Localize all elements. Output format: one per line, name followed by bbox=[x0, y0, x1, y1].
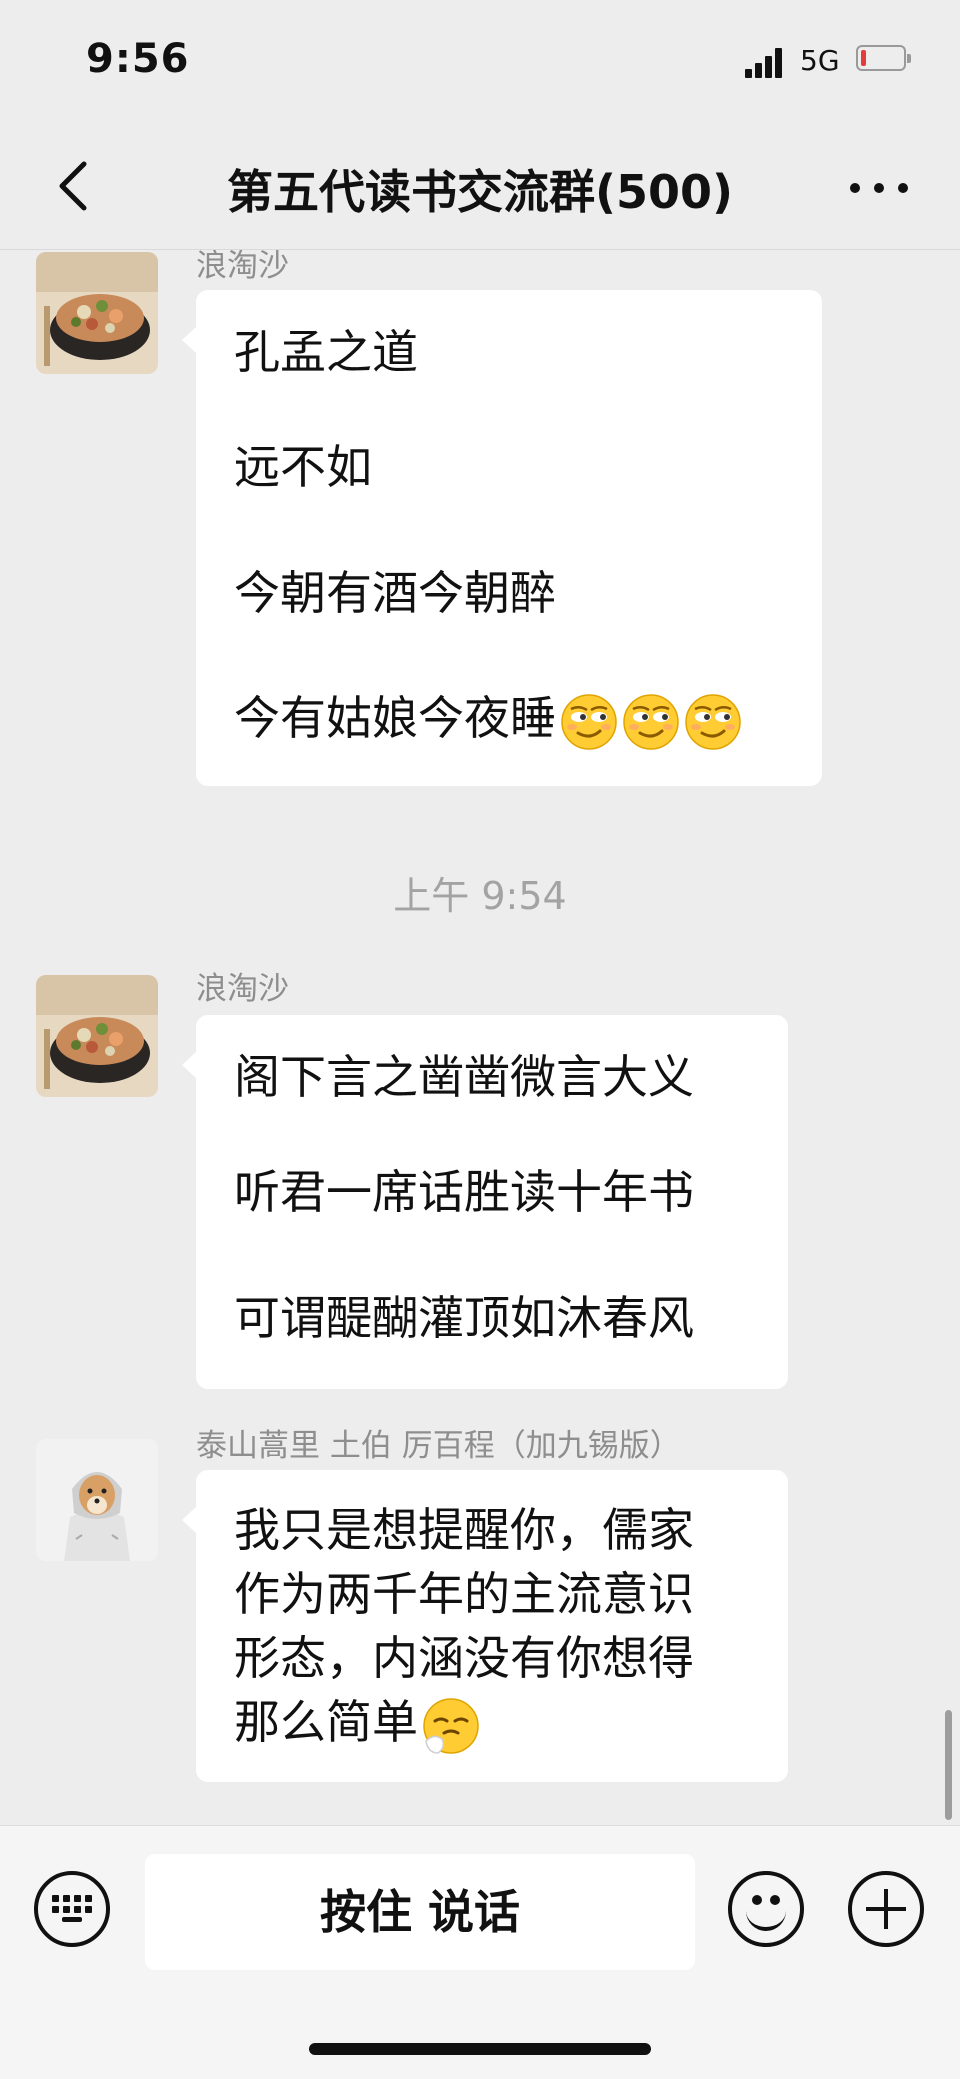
message-line: 那么简单 bbox=[234, 1695, 418, 1749]
plus-icon[interactable] bbox=[848, 1871, 924, 1947]
chat-title: 第五代读书交流群(500) bbox=[226, 165, 734, 219]
message-bubble[interactable]: 孔孟之道 远不如 今朝有酒今朝醉 今有姑娘今夜睡 bbox=[182, 290, 822, 786]
sender-name: 泰山蒿里 土伯 厉百程（加九锡版） bbox=[196, 1428, 681, 1464]
message-line: 听君一席话胜读十年书 bbox=[234, 1165, 694, 1219]
message-bubble[interactable]: 我只是想提醒你，儒家 作为两千年的主流意识 形态，内涵没有你想得 那么简单 bbox=[182, 1470, 788, 1782]
chat-timestamp: 上午 9:54 bbox=[393, 874, 567, 918]
message-line: 远不如 bbox=[234, 440, 372, 494]
message-bubble[interactable]: 阁下言之凿凿微言大义 听君一席话胜读十年书 可谓醍醐灌顶如沐春风 bbox=[182, 1015, 788, 1389]
smirk-emoji bbox=[623, 693, 679, 750]
smirk-emoji bbox=[561, 693, 617, 750]
food-bowl-avatar[interactable] bbox=[36, 252, 158, 374]
message-line: 今朝有酒今朝醉 bbox=[234, 566, 556, 620]
message-line: 我只是想提醒你，儒家 bbox=[234, 1503, 694, 1557]
sender-name: 浪淘沙 bbox=[196, 971, 289, 1007]
message-line: 作为两千年的主流意识 bbox=[234, 1567, 694, 1621]
battery-icon bbox=[856, 45, 911, 71]
message-line: 形态，内涵没有你想得 bbox=[234, 1631, 694, 1685]
sneeze-emoji bbox=[423, 1697, 479, 1754]
food-bowl-avatar[interactable] bbox=[36, 975, 158, 1097]
smirk-emoji bbox=[685, 693, 741, 750]
chat-scrollbar[interactable] bbox=[945, 1710, 952, 1820]
sender-name: 浪淘沙 bbox=[196, 250, 289, 284]
home-indicator[interactable] bbox=[309, 2043, 651, 2055]
status-bar: 9:56 5G bbox=[0, 0, 960, 120]
message-line: 阁下言之凿凿微言大义 bbox=[234, 1050, 694, 1104]
message-line: 可谓醍醐灌顶如沐春风 bbox=[234, 1291, 694, 1345]
network-type: 5G bbox=[800, 44, 840, 77]
keyboard-icon[interactable] bbox=[34, 1871, 110, 1947]
message-line: 今有姑娘今夜睡 bbox=[234, 691, 556, 745]
status-time: 9:56 bbox=[86, 36, 190, 82]
cellular-signal-icon bbox=[745, 48, 785, 78]
smiley-icon[interactable] bbox=[728, 1871, 804, 1947]
chat-header: 第五代读书交流群(500) bbox=[0, 130, 960, 250]
more-dots-icon[interactable] bbox=[846, 156, 916, 216]
message-line: 孔孟之道 bbox=[234, 325, 418, 379]
chat-message-list[interactable]: 浪淘沙 孔孟之道 远不如 今朝有酒今朝醉 今有姑娘今夜睡 上午 9:54 浪淘沙… bbox=[0, 250, 960, 1825]
shiba-dog-hoodie-avatar[interactable] bbox=[36, 1439, 158, 1561]
input-bar: 按住 说话 bbox=[0, 1825, 960, 2079]
hold-to-talk-button[interactable]: 按住 说话 bbox=[145, 1854, 695, 1970]
